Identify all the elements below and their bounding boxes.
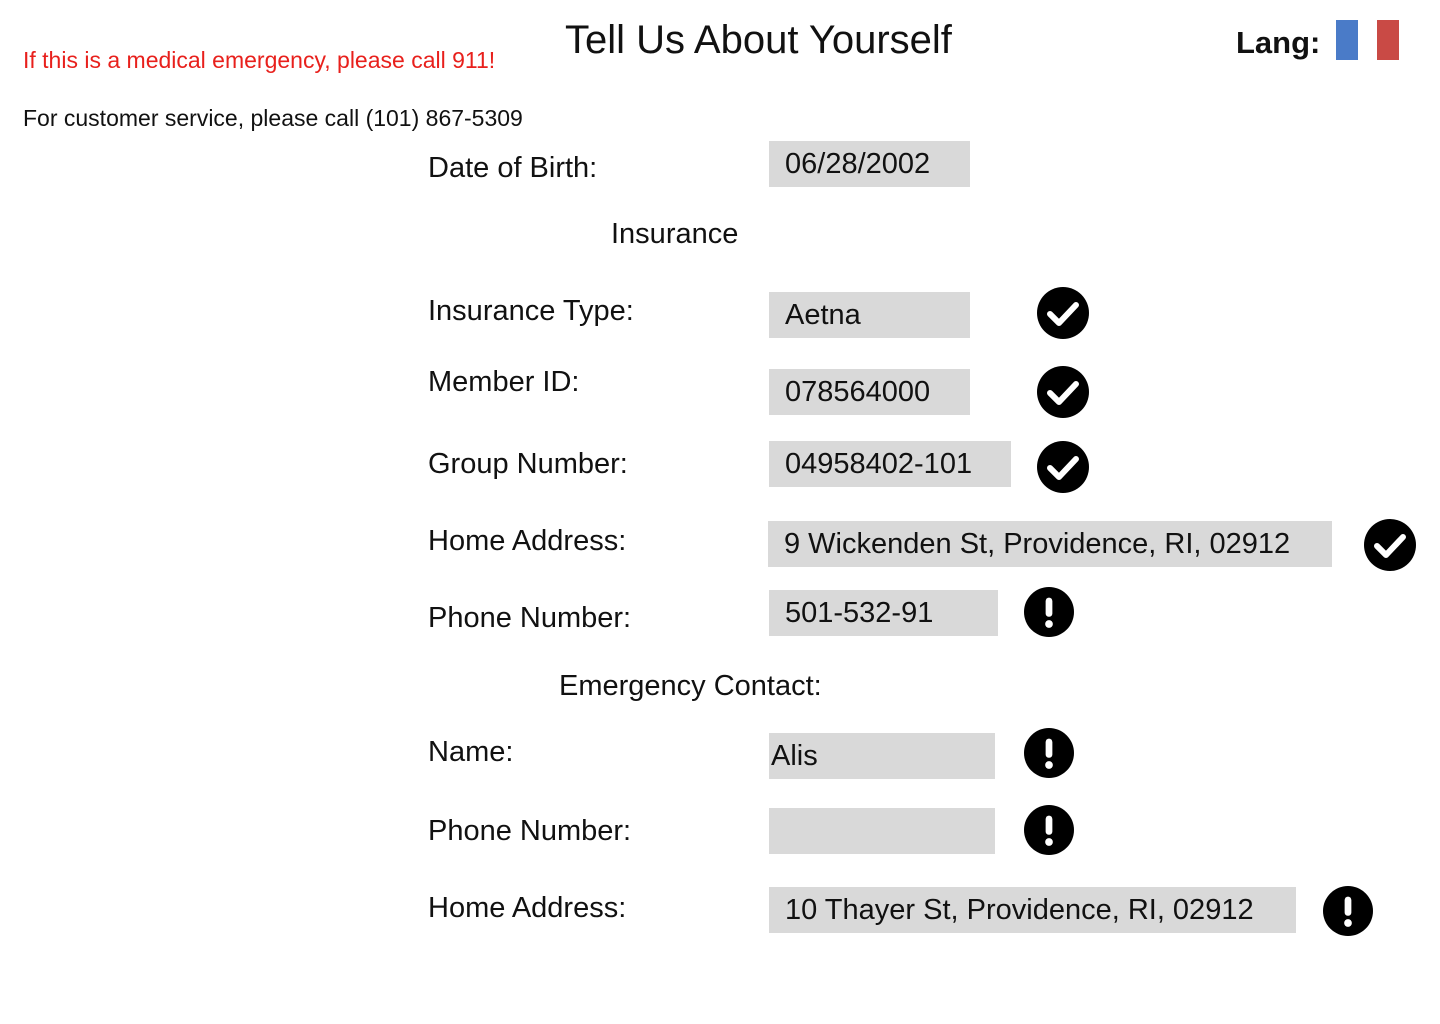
page-title: Tell Us About Yourself	[565, 18, 952, 62]
language-option-blue[interactable]	[1336, 20, 1358, 60]
ec-phone-label: Phone Number:	[428, 815, 632, 847]
group-number-label: Group Number:	[428, 448, 628, 480]
exclamation-circle-icon	[1024, 805, 1074, 855]
language-label: Lang:	[1236, 25, 1321, 60]
check-circle-icon	[1037, 441, 1089, 493]
check-circle-icon	[1037, 366, 1089, 418]
ec-address-input[interactable]: 10 Thayer St, Providence, RI, 02912	[769, 887, 1296, 933]
ec-name-label: Name:	[428, 736, 514, 768]
home-address-input[interactable]: 9 Wickenden St, Providence, RI, 02912	[768, 521, 1332, 567]
exclamation-circle-icon	[1024, 728, 1074, 778]
dob-input[interactable]: 06/28/2002	[769, 141, 970, 187]
emergency-contact-heading: Emergency Contact:	[559, 670, 822, 702]
dob-label: Date of Birth:	[428, 152, 598, 184]
insurance-type-input[interactable]: Aetna	[769, 292, 970, 338]
phone-number-label: Phone Number:	[428, 602, 632, 634]
emergency-notice: If this is a medical emergency, please c…	[23, 47, 496, 73]
customer-service-notice: For customer service, please call (101) …	[23, 105, 523, 131]
check-circle-icon	[1037, 287, 1089, 339]
ec-address-label: Home Address:	[428, 892, 627, 924]
phone-number-input[interactable]: 501-532-91	[769, 590, 998, 636]
insurance-section-heading: Insurance	[611, 218, 739, 250]
ec-name-input[interactable]: Alis	[769, 733, 995, 779]
insurance-type-label: Insurance Type:	[428, 295, 634, 327]
home-address-label: Home Address:	[428, 525, 627, 557]
member-id-input[interactable]: 078564000	[769, 369, 970, 415]
exclamation-circle-icon	[1024, 587, 1074, 637]
member-id-label: Member ID:	[428, 366, 580, 398]
group-number-input[interactable]: 04958402-101	[769, 441, 1011, 487]
ec-phone-input[interactable]	[769, 808, 995, 854]
check-circle-icon	[1364, 519, 1416, 571]
exclamation-circle-icon	[1323, 886, 1373, 936]
language-option-red[interactable]	[1377, 20, 1399, 60]
intake-form-page: If this is a medical emergency, please c…	[0, 0, 1440, 1024]
